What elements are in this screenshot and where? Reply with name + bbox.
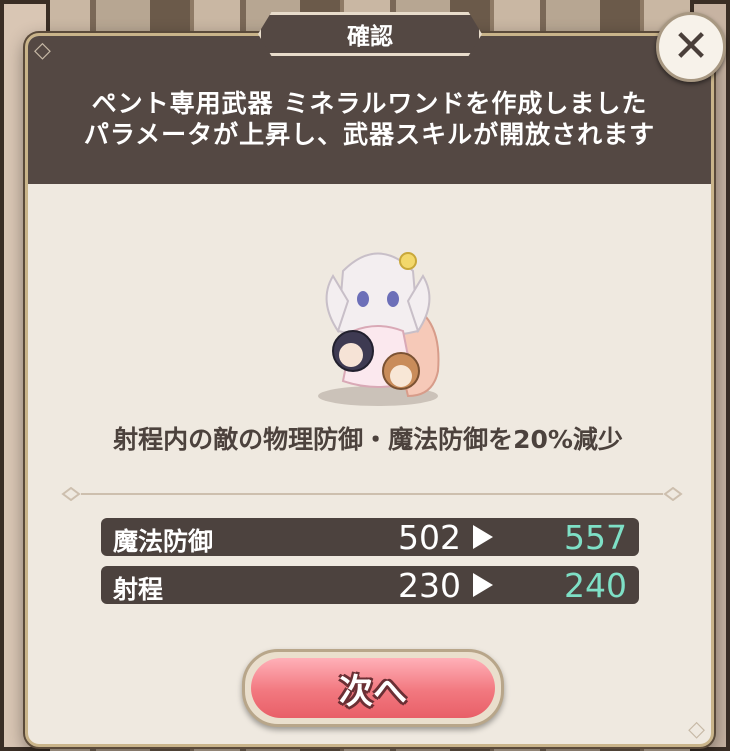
stat-old-value: 230 [398, 566, 461, 605]
corner-ornament-icon: ◇ [688, 717, 705, 742]
next-button[interactable]: 次へ [242, 649, 504, 727]
stat-name: 射程 [113, 575, 164, 604]
corner-ornament-icon: ◇ [34, 38, 51, 63]
arrow-right-icon [473, 573, 493, 597]
dialog-title: 確認 [258, 12, 482, 56]
skill-description: 射程内の敵の物理防御・魔法防御を20%減少 [113, 425, 623, 454]
dialog-header: ペント専用武器 ミネラルワンドを作成しました パラメータが上昇し、武器スキルが開… [28, 36, 711, 184]
stat-row-range: 射程 230 240 [101, 566, 639, 605]
stat-new-value: 240 [564, 566, 627, 605]
stat-new-value: 557 [564, 518, 627, 557]
ornament-divider [61, 487, 683, 501]
next-button-label: 次へ [251, 658, 495, 718]
dialog-message: ペント専用武器 ミネラルワンドを作成しました パラメータが上昇し、武器スキルが開… [28, 88, 711, 150]
close-icon[interactable]: ✕ [656, 12, 726, 82]
stat-name: 魔法防御 [113, 527, 214, 556]
stat-old-value: 502 [398, 518, 461, 557]
arrow-right-icon [473, 525, 493, 549]
confirm-dialog: ペント専用武器 ミネラルワンドを作成しました パラメータが上昇し、武器スキルが開… [25, 33, 714, 747]
message-line-1: ペント専用武器 ミネラルワンドを作成しました [91, 89, 648, 118]
message-line-2: パラメータが上昇し、武器スキルが開放されます [83, 120, 656, 149]
stat-row-magic-defense: 魔法防御 502 557 [101, 518, 639, 557]
character-illustration [318, 252, 440, 406]
